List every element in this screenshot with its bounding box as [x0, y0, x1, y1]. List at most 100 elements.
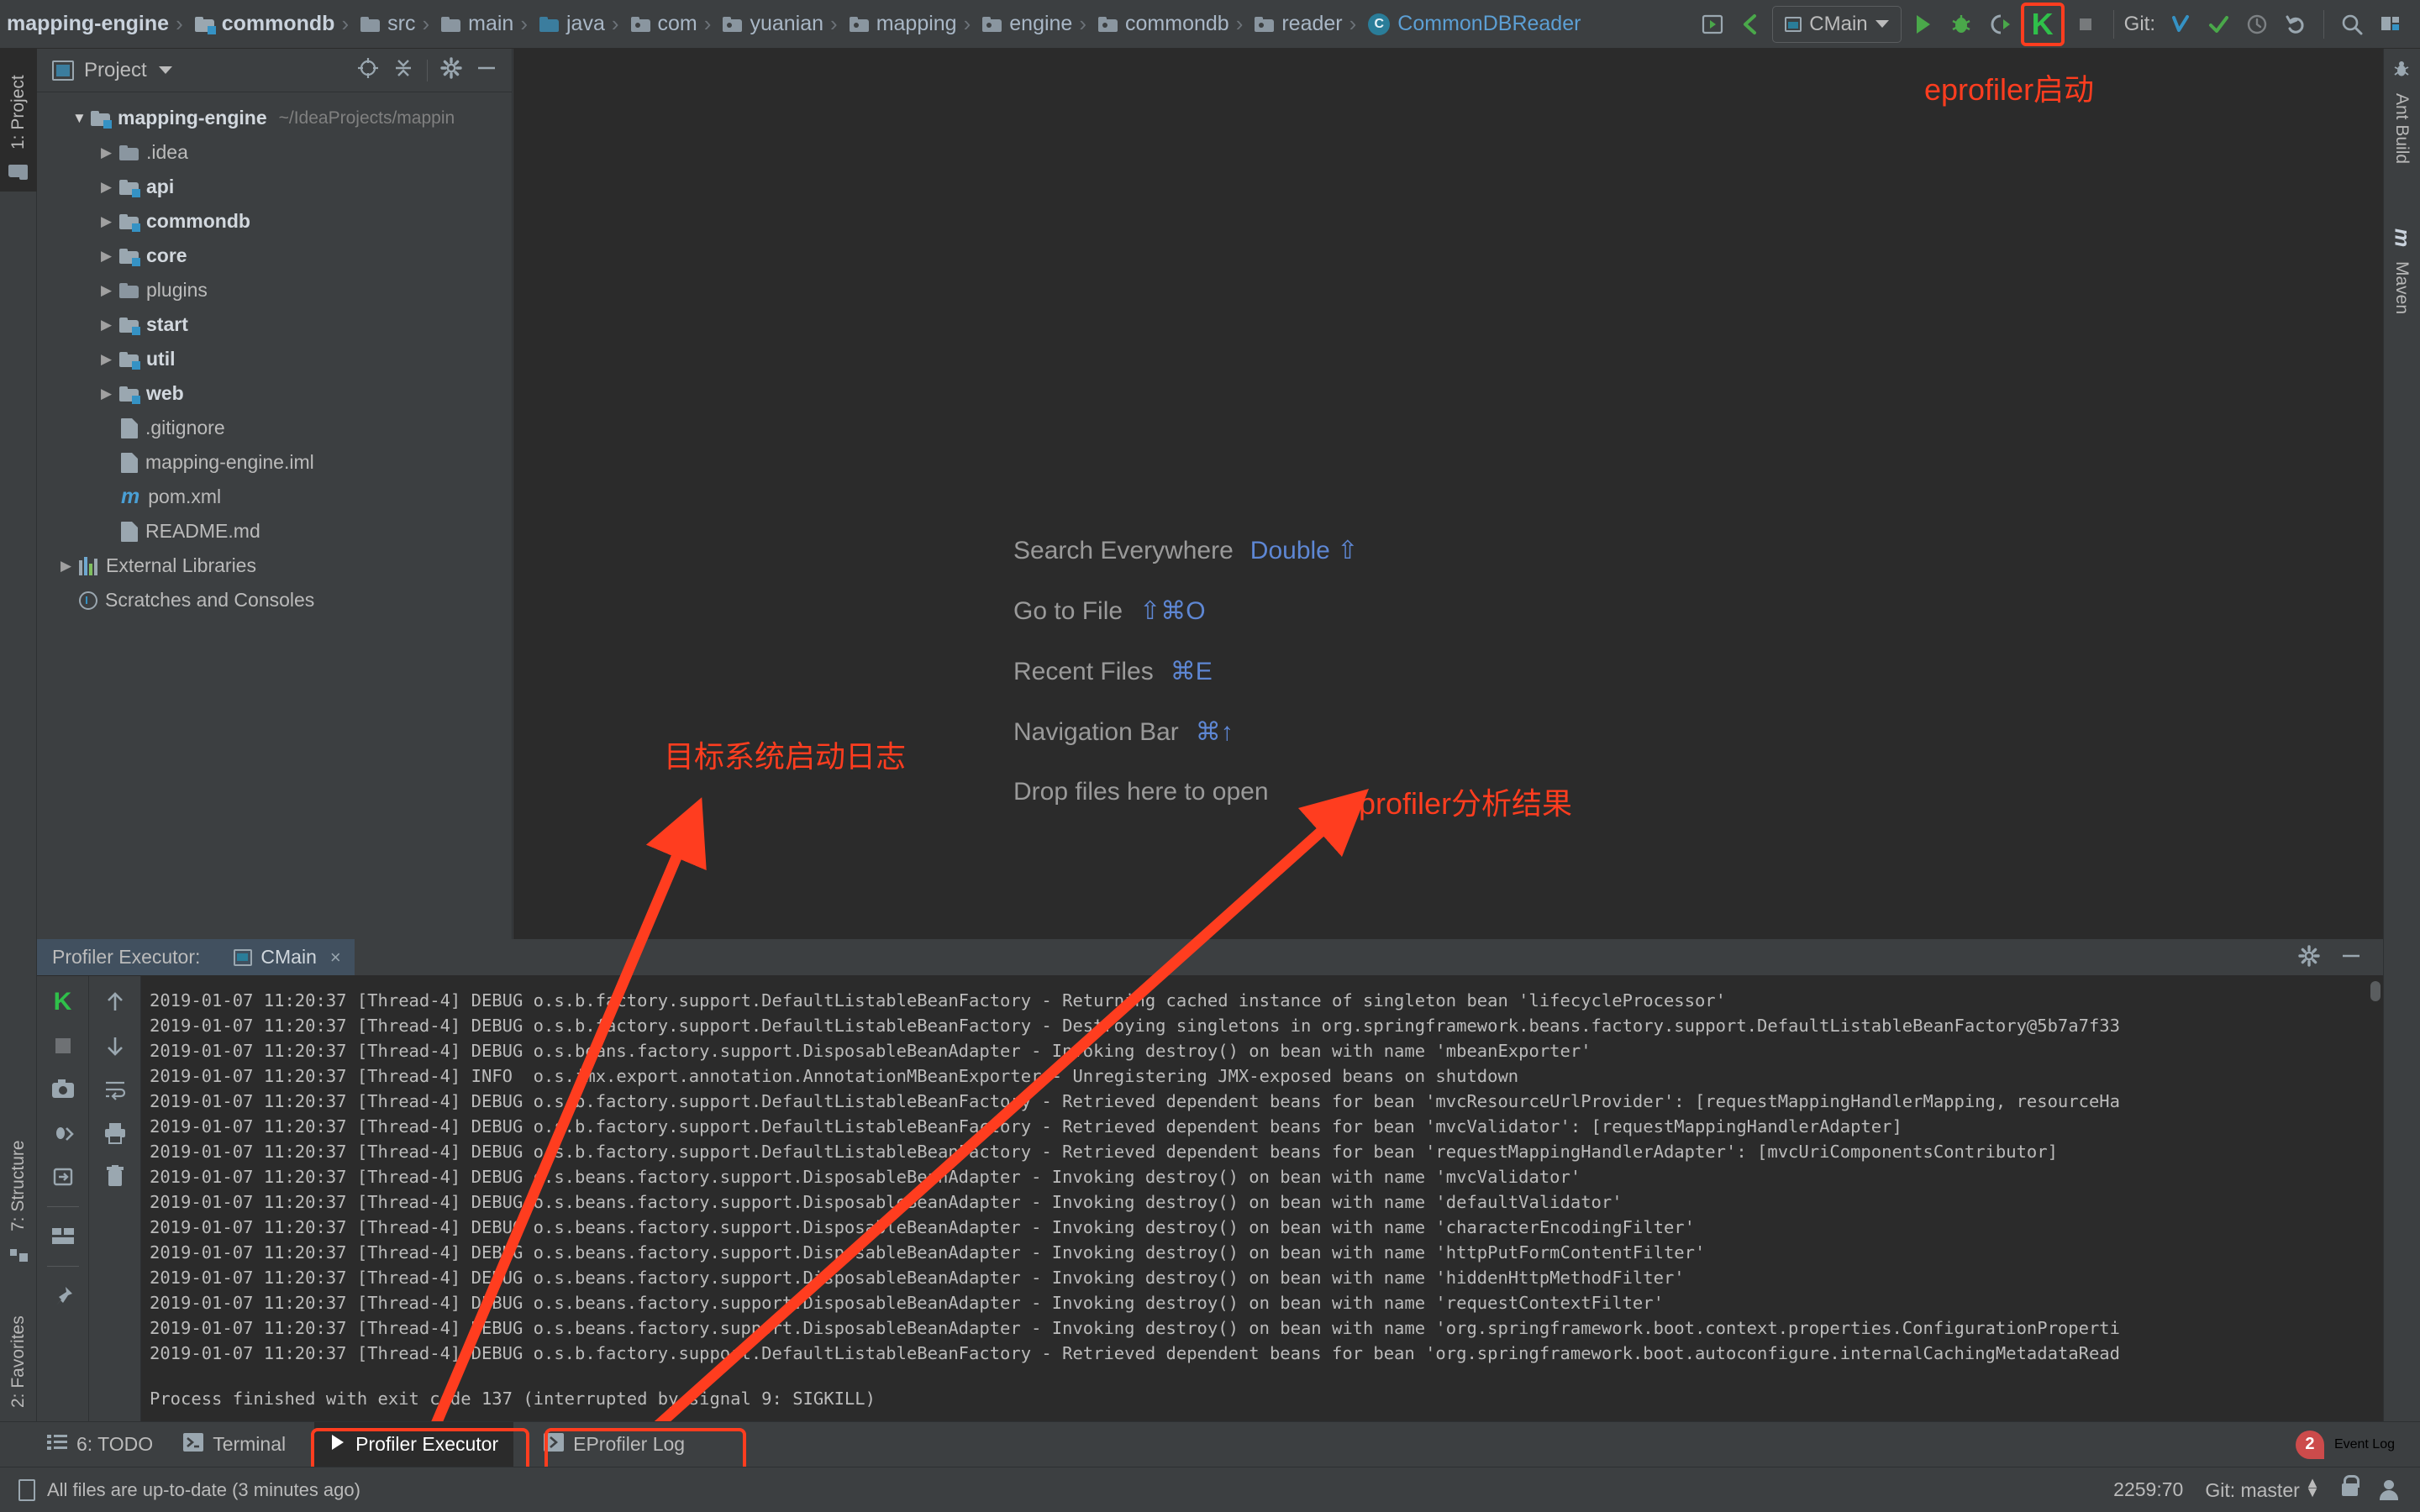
layout-icon[interactable]: [49, 1222, 77, 1251]
status-message: All files are up-to-date (3 minutes ago): [47, 1479, 360, 1501]
stop-icon[interactable]: [49, 1032, 77, 1060]
tree-node-mapping-engine[interactable]: ▼ mapping-engine ~/IdeaProjects/mappin: [37, 101, 512, 135]
breadcrumb-item-com[interactable]: com ›: [626, 0, 718, 49]
tree-node-util[interactable]: ▶ util: [37, 342, 512, 376]
chevron-right-icon[interactable]: ▶: [60, 558, 79, 575]
search-icon[interactable]: [2334, 7, 2370, 42]
settings-gear-icon[interactable]: [2297, 944, 2321, 971]
breadcrumb-item-main[interactable]: main ›: [436, 0, 534, 49]
gutter-divider: [47, 1206, 79, 1207]
chevron-right-icon[interactable]: ▶: [101, 248, 119, 265]
breadcrumb-item-commondb-pkg[interactable]: commondb ›: [1093, 0, 1249, 49]
run-with-coverage-icon[interactable]: [1982, 7, 2018, 42]
run-icon[interactable]: [1905, 7, 1940, 42]
event-log-button[interactable]: 2 Event Log: [2296, 1431, 2420, 1459]
dump-threads-icon[interactable]: [49, 1119, 77, 1147]
chevron-right-icon[interactable]: ▶: [101, 179, 119, 196]
chevron-right-icon[interactable]: ▶: [101, 351, 119, 368]
sidebar-item-project[interactable]: 1: Project: [0, 49, 37, 192]
breadcrumb-item-java[interactable]: java ›: [534, 0, 626, 49]
package-icon: [631, 17, 650, 32]
log-line: 2019-01-07 11:20:37 [Thread-4] DEBUG o.s…: [150, 1013, 2383, 1038]
person-icon[interactable]: [2380, 1480, 2398, 1500]
select-in-project-icon[interactable]: [1695, 7, 1730, 42]
breadcrumb-item-yuanian[interactable]: yuanian ›: [718, 0, 844, 49]
export-icon[interactable]: [49, 1163, 77, 1191]
breadcrumb-item-reader[interactable]: reader ›: [1249, 0, 1363, 49]
breadcrumb-item-mapping[interactable]: mapping ›: [844, 0, 978, 49]
git-commit-icon[interactable]: [2201, 7, 2236, 42]
tree-node-commondb[interactable]: ▶ commondb: [37, 204, 512, 239]
collapse-all-icon[interactable]: [392, 56, 415, 84]
log-line: 2019-01-07 11:20:37 [Thread-4] DEBUG o.s…: [150, 1265, 2383, 1290]
breadcrumb-item-src[interactable]: src ›: [355, 0, 436, 49]
breadcrumb-item-commondbreader[interactable]: C CommonDBReader: [1363, 0, 1586, 49]
breadcrumb-item-engine[interactable]: engine ›: [977, 0, 1093, 49]
hide-icon[interactable]: [2339, 944, 2363, 971]
breadcrumb-item-mapping-engine[interactable]: mapping-engine ›: [2, 0, 190, 49]
module-folder-icon: [195, 17, 214, 32]
bottom-item-terminal[interactable]: Terminal: [168, 1422, 301, 1467]
soft-wrap-icon[interactable]: [101, 1075, 129, 1104]
git-update-icon[interactable]: [2162, 7, 2197, 42]
print-icon[interactable]: [101, 1119, 129, 1147]
tree-node-api[interactable]: ▶ api: [37, 170, 512, 204]
sidebar-item-maven[interactable]: m Maven: [2383, 217, 2420, 351]
scroll-down-icon[interactable]: [101, 1032, 129, 1060]
tree-node-start[interactable]: ▶ start: [37, 307, 512, 342]
run-config-icon: [234, 949, 252, 966]
bottom-item-todo[interactable]: 6: TODO: [0, 1422, 168, 1467]
caret-position[interactable]: 2259:70: [2113, 1478, 2183, 1501]
tree-node-label: pom.xml: [148, 486, 221, 508]
breadcrumb-label: commondb: [1125, 12, 1229, 36]
sidebar-item-structure[interactable]: 7: Structure: [0, 1082, 37, 1275]
welcome-shortcut: Double ⇧: [1250, 536, 1359, 565]
camera-snapshot-icon[interactable]: [49, 1075, 77, 1104]
scroll-up-icon[interactable]: [101, 988, 129, 1016]
close-icon[interactable]: ×: [330, 947, 341, 969]
locate-icon[interactable]: [356, 56, 380, 84]
chevron-right-icon[interactable]: ▶: [101, 317, 119, 333]
lock-open-icon[interactable]: [2342, 1483, 2358, 1496]
breadcrumb-item-commondb[interactable]: commondb ›: [190, 0, 355, 49]
sync-icon[interactable]: [18, 1479, 35, 1501]
tree-node-iml[interactable]: mapping-engine.iml: [37, 445, 512, 480]
sidebar-item-ant-build[interactable]: Ant Build: [2383, 49, 2420, 208]
back-arrow-icon[interactable]: [1733, 7, 1769, 42]
debug-icon[interactable]: [1944, 7, 1979, 42]
eprofiler-start-button[interactable]: K: [2021, 3, 2065, 46]
stop-icon[interactable]: [2068, 7, 2103, 42]
chevron-right-icon[interactable]: ▶: [101, 213, 119, 230]
tree-node-plugins[interactable]: ▶ plugins: [37, 273, 512, 307]
tree-node-pom[interactable]: m pom.xml: [37, 480, 512, 514]
chevron-right-icon[interactable]: ▶: [101, 386, 119, 402]
git-history-icon[interactable]: [2239, 7, 2275, 42]
chevron-right-icon[interactable]: ▶: [101, 282, 119, 299]
pin-icon[interactable]: [49, 1282, 77, 1310]
welcome-label: Recent Files: [1013, 658, 1154, 686]
tree-node-gitignore[interactable]: .gitignore: [37, 411, 512, 445]
git-revert-icon[interactable]: [2278, 7, 2313, 42]
tree-node-core[interactable]: ▶ core: [37, 239, 512, 273]
console-scrollbar[interactable]: [2370, 981, 2381, 1001]
chevron-down-icon[interactable]: [159, 66, 172, 74]
tree-node-web[interactable]: ▶ web: [37, 376, 512, 411]
hide-icon[interactable]: [475, 56, 498, 84]
log-line: 2019-01-07 11:20:37 [Thread-4] DEBUG o.s…: [150, 988, 2383, 1013]
chevron-right-icon[interactable]: ▶: [101, 144, 119, 161]
eprofiler-rerun-icon[interactable]: K: [49, 988, 77, 1016]
console-output[interactable]: 2019-01-07 11:20:37 [Thread-4] DEBUG o.s…: [141, 976, 2383, 1421]
settings-gear-icon[interactable]: [439, 56, 463, 84]
chevron-down-icon[interactable]: ▼: [72, 110, 91, 127]
run-tab-cmain[interactable]: CMain ×: [220, 939, 354, 975]
breadcrumb-label: CommonDBReader: [1397, 12, 1581, 36]
tree-node-scratches[interactable]: Scratches and Consoles: [37, 583, 512, 617]
tree-node-readme[interactable]: README.md: [37, 514, 512, 549]
delete-icon[interactable]: [101, 1163, 129, 1191]
right-tool-strip: Ant Build m Maven: [2383, 49, 2420, 1421]
run-configuration-selector[interactable]: CMain: [1772, 6, 1901, 43]
project-structure-icon[interactable]: [2373, 7, 2408, 42]
tree-node-external-libraries[interactable]: ▶ External Libraries: [37, 549, 512, 583]
tree-node-idea[interactable]: ▶ .idea: [37, 135, 512, 170]
git-branch-widget[interactable]: Git: master ▲▼: [2205, 1478, 2320, 1502]
